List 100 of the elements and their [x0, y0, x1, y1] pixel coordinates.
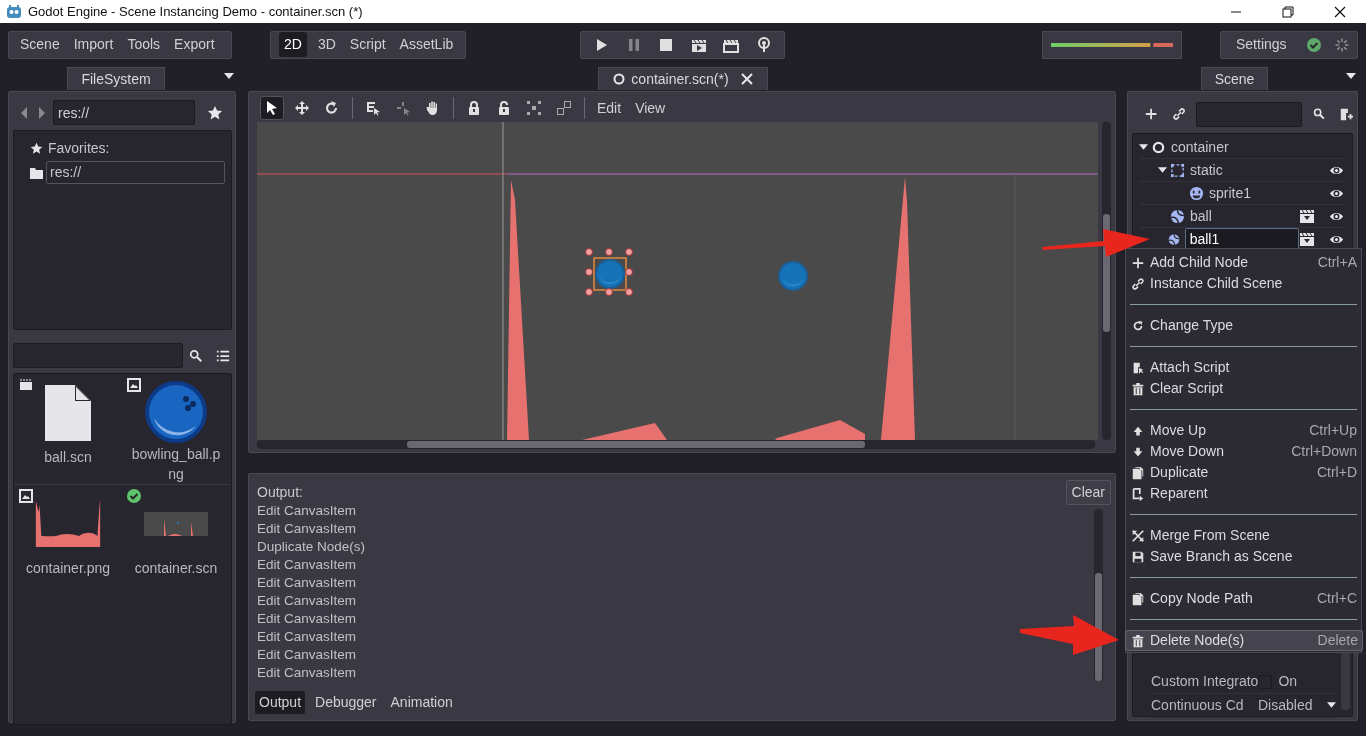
add-script-icon[interactable]	[1338, 106, 1353, 122]
dock-tab[interactable]: FileSystem	[67, 67, 165, 90]
canvas-menu[interactable]: View	[628, 97, 673, 119]
menu-item-label: Save Branch as Scene	[1150, 547, 1293, 566]
menu-item-label: Add Child Node	[1150, 253, 1249, 272]
scene-thumbnail[interactable]	[144, 512, 208, 536]
favorite-item[interactable]: res://	[46, 161, 225, 184]
dropdown-arrow-icon[interactable]	[1346, 73, 1356, 80]
shortcut-label: Ctrl+A	[1317, 253, 1357, 272]
dropdown-arrow-icon[interactable]	[224, 73, 234, 80]
antenna-icon[interactable]	[755, 36, 772, 53]
spinner-icon	[1333, 36, 1350, 53]
property-label: Continuous Cd	[1151, 696, 1244, 715]
panel-tab[interactable]: Animation	[386, 691, 457, 714]
settings-menu[interactable]: Settings	[1229, 34, 1294, 55]
tree-item-label[interactable]: ball	[1190, 205, 1212, 227]
menu-item[interactable]: Move Down Ctrl+Down	[1126, 441, 1361, 462]
plus-icon[interactable]	[1144, 106, 1159, 122]
clear-button[interactable]: Clear	[1065, 479, 1111, 505]
static-body-icon	[1170, 162, 1185, 178]
dropdown-arrow-icon[interactable]	[1327, 702, 1336, 709]
close-icon[interactable]	[1334, 5, 1346, 18]
vertical-scrollbar[interactable]	[1102, 122, 1111, 440]
menu-item[interactable]: Attach Script	[1126, 357, 1361, 378]
expand-arrow-icon[interactable]	[1158, 166, 1167, 174]
menu-item[interactable]: Delete Node(s) Delete	[1125, 630, 1363, 651]
search-field[interactable]	[1196, 101, 1303, 127]
vertical-scrollbar[interactable]	[1094, 509, 1103, 681]
folder-icon	[30, 166, 43, 179]
link-icon	[1131, 276, 1145, 291]
file-name[interactable]: container.png	[20, 558, 116, 578]
menu-item[interactable]: Instance Child Scene	[1126, 273, 1361, 294]
expand-arrow-icon[interactable]	[1139, 143, 1148, 151]
bowling-ball-icon[interactable]	[144, 379, 208, 444]
rename-field[interactable]: ball1	[1184, 228, 1299, 250]
menu-item[interactable]: Import	[66, 34, 121, 55]
link-icon[interactable]	[1172, 106, 1187, 122]
document-icon[interactable]	[45, 385, 91, 441]
menu-item[interactable]: Copy Node Path Ctrl+C	[1126, 588, 1361, 609]
shortcut-label: Ctrl+C	[1316, 589, 1357, 608]
menu-item[interactable]: Merge From Scene	[1126, 525, 1361, 546]
menu-item[interactable]: Move Up Ctrl+Up	[1126, 420, 1361, 441]
menu-item[interactable]: Clear Script	[1126, 378, 1361, 399]
menu-item[interactable]: Tools	[120, 34, 168, 55]
reload-icon	[1131, 318, 1145, 333]
search-icon[interactable]	[189, 348, 203, 363]
clapperboard-icon[interactable]	[1299, 231, 1315, 247]
menu-item-label: Copy Node Path	[1150, 589, 1253, 608]
tree-item-label[interactable]: container	[1171, 136, 1229, 158]
workspace-tab[interactable]: 3D	[310, 34, 343, 55]
search-field[interactable]	[13, 343, 183, 368]
list-view-icon[interactable]	[216, 348, 230, 363]
menu-item[interactable]: Change Type	[1126, 315, 1361, 336]
dropdown-value[interactable]: Disabled	[1258, 695, 1313, 716]
log-line: Edit CanvasItem	[257, 574, 358, 592]
menu-item[interactable]: Save Branch as Scene	[1126, 546, 1361, 567]
app-icon	[6, 3, 22, 20]
checkbox-label: On	[1278, 672, 1298, 691]
list-select-icon	[365, 100, 381, 116]
horizontal-scrollbar[interactable]	[257, 440, 1095, 449]
selection-box[interactable]	[585, 248, 633, 296]
group-icon	[526, 100, 542, 116]
trash-icon	[1131, 381, 1145, 396]
search-icon[interactable]	[1313, 107, 1326, 121]
merge-icon	[1131, 528, 1145, 543]
menu-item-label: Move Down	[1150, 442, 1224, 461]
maximize-icon[interactable]	[1282, 5, 1294, 18]
rigid-body-icon	[1167, 231, 1180, 247]
move-icon	[294, 100, 310, 116]
panel-tab[interactable]: Output	[255, 691, 306, 714]
canvas-menu[interactable]: Edit	[590, 97, 629, 119]
workspace-tab[interactable]: AssetLib	[392, 34, 461, 55]
plus-icon	[1131, 255, 1145, 270]
menu-item[interactable]: Scene	[13, 34, 67, 55]
panel-tab[interactable]: Debugger	[311, 691, 381, 714]
menu-item-label: Delete Node(s)	[1150, 631, 1245, 650]
spike-shape[interactable]	[507, 180, 529, 440]
clapperboard-icon[interactable]	[1299, 208, 1315, 224]
menu-item[interactable]: Add Child Node Ctrl+A	[1126, 252, 1361, 273]
file-name[interactable]: bowling_ball.png	[128, 444, 224, 484]
checkmark-badge-icon	[127, 489, 141, 503]
path-field[interactable]: res://	[53, 100, 195, 125]
document-tab[interactable]: container.scn(*)	[598, 67, 768, 90]
stop-icon[interactable]	[658, 36, 675, 53]
tree-item-label[interactable]: sprite1	[1209, 182, 1252, 204]
menu-item[interactable]: Duplicate Ctrl+D	[1126, 462, 1361, 483]
menu-item[interactable]: Export	[167, 34, 222, 55]
workspace-tab[interactable]: Script	[342, 34, 393, 55]
back-arrow-icon[interactable]	[19, 105, 29, 120]
menu-item[interactable]: Reparent	[1126, 483, 1361, 504]
dock-tab[interactable]: Scene	[1201, 67, 1268, 90]
file-name[interactable]: container.scn	[128, 558, 224, 578]
file-name[interactable]: ball.scn	[20, 447, 116, 467]
shortcut-label: Ctrl+Down	[1291, 442, 1357, 461]
star-icon[interactable]	[207, 104, 223, 121]
forward-arrow-icon[interactable]	[37, 105, 47, 120]
workspace-tab[interactable]: 2D	[279, 32, 307, 57]
tree-item-label[interactable]: static	[1190, 159, 1223, 181]
script-icon	[1131, 360, 1145, 375]
cursor-tool[interactable]	[260, 96, 284, 120]
